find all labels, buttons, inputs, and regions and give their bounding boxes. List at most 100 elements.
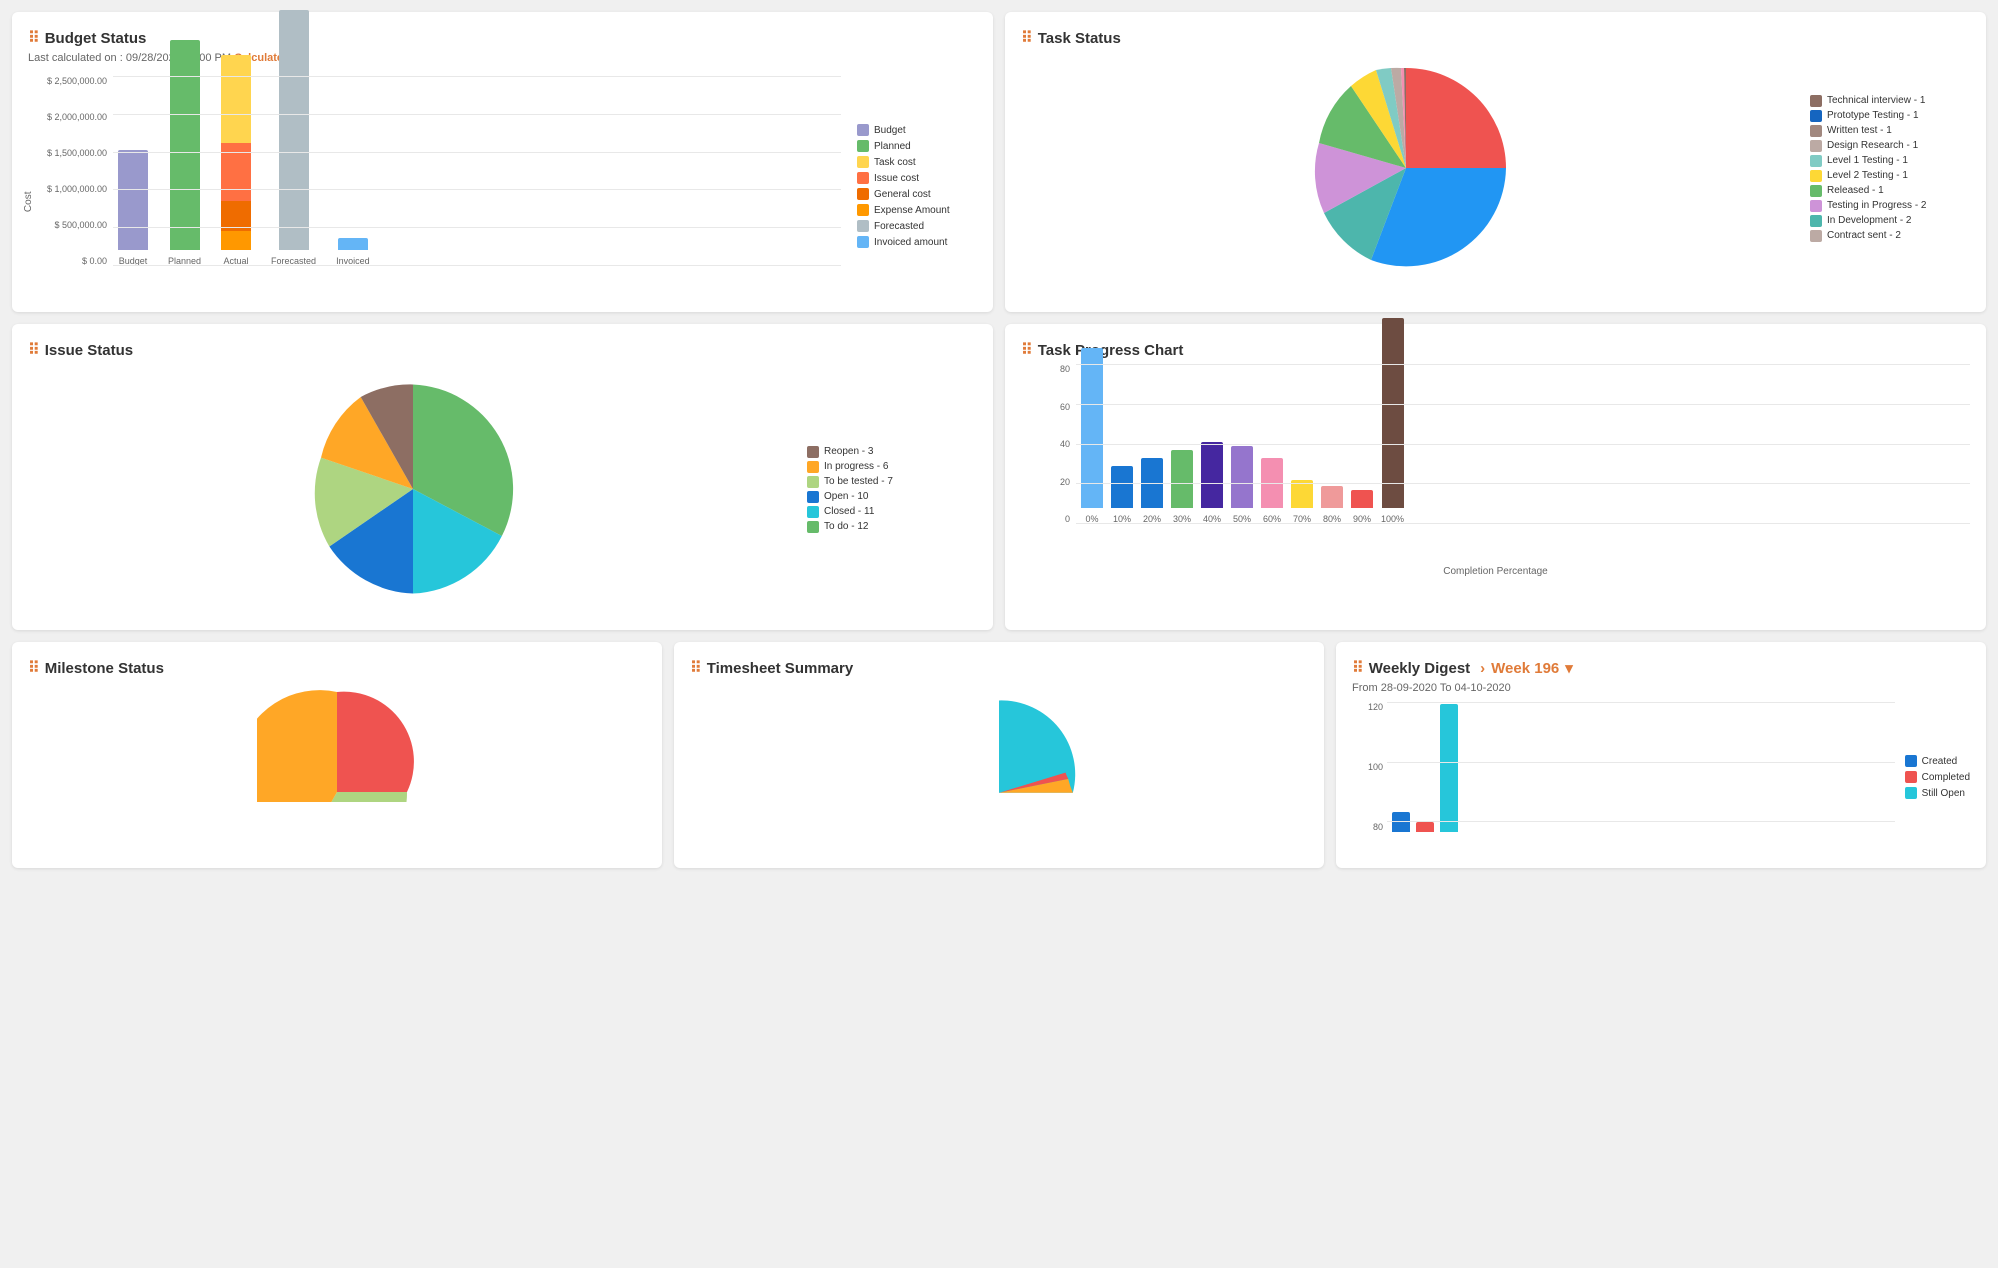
legend-item: General cost — [857, 188, 977, 200]
legend-item: Level 1 Testing - 1 — [1810, 155, 1970, 167]
legend-item: Task cost — [857, 156, 977, 168]
budget-chart-area: Cost $ 2,500,000.00 $ 2,000,000.00 $ 1,5… — [28, 76, 977, 296]
bar-group-invoiced: Invoiced — [336, 238, 370, 266]
issue-dots-icon: ⠿ — [28, 340, 39, 360]
issue-pie-svg — [298, 374, 528, 604]
weekly-chart-area: 120 100 80 — [1352, 702, 1970, 852]
legend-item: Prototype Testing - 1 — [1810, 110, 1970, 122]
weekly-bar-completed — [1416, 822, 1434, 832]
bar-planned — [170, 40, 200, 250]
weekly-bar-chart: 120 100 80 — [1352, 702, 1895, 852]
legend-item: To be tested - 7 — [807, 476, 967, 488]
bar-group-planned: Planned — [168, 40, 201, 266]
bar-chart-container: Cost $ 2,500,000.00 $ 2,000,000.00 $ 1,5… — [28, 76, 841, 296]
issue-status-title: ⠿ Issue Status — [28, 340, 977, 360]
legend-item: Budget — [857, 124, 977, 136]
bar-invoiced — [338, 238, 368, 250]
issue-pie-container — [38, 374, 787, 604]
progress-bar-90: 90% — [1351, 490, 1373, 524]
legend-item: Released - 1 — [1810, 185, 1970, 197]
timesheet-dots-icon: ⠿ — [690, 658, 701, 678]
weekly-legend: Created Completed Still Open — [1905, 702, 1970, 852]
bar-group-budget: Budget — [118, 150, 148, 266]
progress-bar-50: 50% — [1231, 446, 1253, 524]
legend-item: Testing in Progress - 2 — [1810, 200, 1970, 212]
legend-item: In progress - 6 — [807, 461, 967, 473]
weekly-digest-title: ⠿ Weekly Digest › Week 196 ▾ — [1352, 658, 1970, 678]
progress-bar-chart: 80 60 40 20 0 0% — [1021, 364, 1970, 564]
bar-group-forecasted: Forecasted — [271, 10, 316, 266]
timesheet-pie-svg — [909, 682, 1089, 802]
issue-chart-area: Reopen - 3 In progress - 6 To be tested … — [28, 364, 977, 614]
progress-bar-0: 0% — [1081, 348, 1103, 524]
legend-item: Expense Amount — [857, 204, 977, 216]
legend-item: To do - 12 — [807, 521, 967, 533]
week-dropdown-icon[interactable]: ▾ — [1565, 659, 1573, 677]
bottom-row: ⠿ Milestone Status ⠿ Timesheet Summary — [12, 642, 1986, 868]
budget-status-card: ⠿ Budget Status Last calculated on : 09/… — [12, 12, 993, 312]
legend-item: Open - 10 — [807, 491, 967, 503]
progress-bar-60: 60% — [1261, 458, 1283, 524]
budget-legend: Budget Planned Task cost Issue cost Gene… — [857, 76, 977, 296]
milestone-dots-icon: ⠿ — [28, 658, 39, 678]
timesheet-title: ⠿ Timesheet Summary — [690, 658, 1308, 678]
timesheet-pie — [690, 682, 1308, 802]
bar-forecasted — [279, 10, 309, 250]
weekly-dots-icon: ⠿ — [1352, 658, 1363, 678]
progress-y-labels: 80 60 40 20 0 — [1021, 364, 1076, 524]
bar-budget — [118, 150, 148, 250]
timesheet-card: ⠿ Timesheet Summary — [674, 642, 1324, 868]
task-dots-icon: ⠿ — [1021, 28, 1032, 48]
legend-item: Planned — [857, 140, 977, 152]
legend-item: Written test - 1 — [1810, 125, 1970, 137]
date-range: From 28-09-2020 To 04-10-2020 — [1352, 682, 1970, 694]
progress-bar-100: 100% — [1381, 318, 1404, 524]
legend-item: Reopen - 3 — [807, 446, 967, 458]
progress-bar-30: 30% — [1171, 450, 1193, 524]
task-pie-area: Technical interview - 1 Prototype Testin… — [1021, 58, 1970, 278]
bar-group-actual: Actual — [221, 55, 251, 266]
milestone-pie — [28, 682, 646, 802]
weekly-bar-created — [1392, 812, 1410, 832]
task-pie-container — [1021, 58, 1790, 278]
legend-item: Closed - 11 — [807, 506, 967, 518]
legend-item: Forecasted — [857, 220, 977, 232]
bar-chart: $ 2,500,000.00 $ 2,000,000.00 $ 1,500,00… — [28, 76, 841, 296]
legend-item-created: Created — [1905, 755, 1970, 767]
weekly-bar-open — [1440, 704, 1458, 832]
bar-actual-stack — [221, 55, 251, 250]
progress-chart-area: 80 60 40 20 0 0% — [1021, 364, 1970, 577]
issue-status-card: ⠿ Issue Status — [12, 324, 993, 630]
progress-bar-70: 70% — [1291, 480, 1313, 524]
weekly-y-labels: 120 100 80 — [1352, 702, 1387, 832]
legend-item-invoiced: Invoiced amount — [857, 236, 977, 248]
legend-item: In Development - 2 — [1810, 215, 1970, 227]
milestone-pie-svg — [257, 682, 417, 802]
weekly-grid-lines — [1387, 702, 1895, 822]
progress-bar-10: 10% — [1111, 466, 1133, 524]
task-progress-card: ⠿ Task Progress Chart 80 60 40 20 0 — [1005, 324, 1986, 630]
legend-item: Design Research - 1 — [1810, 140, 1970, 152]
budget-dots-icon: ⠿ — [28, 28, 39, 48]
progress-bar-20: 20% — [1141, 458, 1163, 524]
progress-dots-icon: ⠿ — [1021, 340, 1032, 360]
progress-bar-80: 80% — [1321, 486, 1343, 524]
legend-item: Technical interview - 1 — [1810, 95, 1970, 107]
week-link[interactable]: Week 196 — [1491, 660, 1559, 677]
legend-item: Issue cost — [857, 172, 977, 184]
task-pie-svg — [1296, 58, 1516, 278]
progress-bar-40: 40% — [1201, 442, 1223, 524]
task-legend: Technical interview - 1 Prototype Testin… — [1810, 95, 1970, 242]
task-status-card: ⠿ Task Status — [1005, 12, 1986, 312]
legend-item: Level 2 Testing - 1 — [1810, 170, 1970, 182]
issue-legend: Reopen - 3 In progress - 6 To be tested … — [807, 446, 967, 533]
weekly-digest-card: ⠿ Weekly Digest › Week 196 ▾ From 28-09-… — [1336, 642, 1986, 868]
milestone-card: ⠿ Milestone Status — [12, 642, 662, 868]
task-status-title: ⠿ Task Status — [1021, 28, 1970, 48]
task-progress-title: ⠿ Task Progress Chart — [1021, 340, 1970, 360]
x-axis-title: Completion Percentage — [1021, 566, 1970, 577]
milestone-title: ⠿ Milestone Status — [28, 658, 646, 678]
y-axis-labels: $ 2,500,000.00 $ 2,000,000.00 $ 1,500,00… — [28, 76, 113, 266]
legend-item-still-open: Still Open — [1905, 787, 1970, 799]
legend-item: Contract sent - 2 — [1810, 230, 1970, 242]
